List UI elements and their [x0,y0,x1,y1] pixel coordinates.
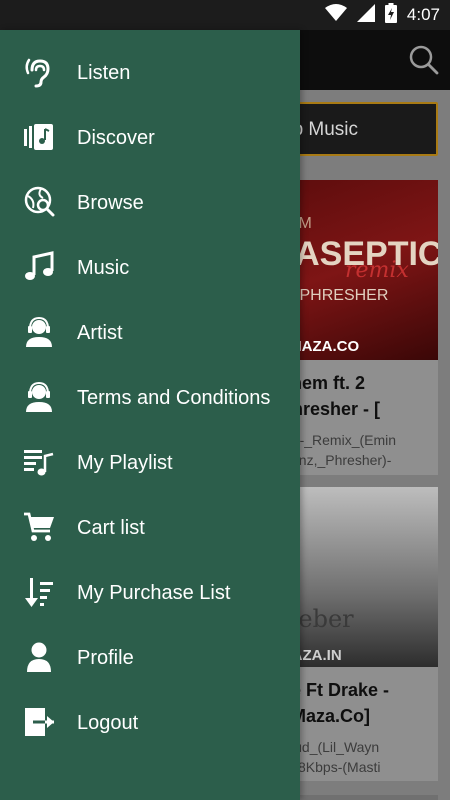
art-text: remix [345,258,409,283]
sort-list-icon [23,576,55,608]
status-icons: 4:07 [324,0,440,30]
battery-charging-icon [384,2,397,28]
cart-icon [23,511,55,543]
menu-item-cart-list[interactable]: Cart list [0,495,300,560]
headset-person-icon [23,381,55,413]
headset-person-icon [23,316,55,348]
menu-item-label: Listen [77,62,131,84]
menu-item-label: Browse [77,192,144,214]
cell-signal-icon [356,3,375,27]
menu-item-my-purchase-list[interactable]: My Purchase List [0,560,300,625]
menu-item-label: My Playlist [77,452,173,474]
menu-item-label: Terms and Conditions [77,387,271,409]
menu-item-music[interactable]: Music [0,235,300,300]
menu-item-listen[interactable]: Listen [0,40,300,105]
navigation-drawer: Listen Discover Browse Music Artist Term… [0,30,300,800]
menu-item-terms[interactable]: Terms and Conditions [0,365,300,430]
music-note-icon [23,251,55,283]
menu-item-discover[interactable]: Discover [0,105,300,170]
menu-item-logout[interactable]: Logout [0,690,300,755]
menu-item-label: Profile [77,647,134,669]
menu-item-label: Artist [77,322,123,344]
status-time: 4:07 [406,5,440,24]
menu-item-label: Logout [77,712,139,734]
playlist-icon [23,446,55,478]
person-icon [23,641,55,673]
music-library-icon [23,121,55,153]
menu-item-label: Discover [77,127,155,149]
menu-item-label: Cart list [77,517,145,539]
menu-item-label: My Purchase List [77,582,231,604]
status-bar: 4:07 [0,0,450,30]
menu-item-artist[interactable]: Artist [0,300,300,365]
globe-search-icon [23,186,55,218]
menu-item-my-playlist[interactable]: My Playlist [0,430,300,495]
menu-item-label: Music [77,257,130,279]
menu-item-browse[interactable]: Browse [0,170,300,235]
ear-icon [23,56,55,88]
logout-icon [23,706,55,738]
search-icon[interactable] [408,44,440,76]
menu-item-profile[interactable]: Profile [0,625,300,690]
wifi-icon [324,3,347,27]
